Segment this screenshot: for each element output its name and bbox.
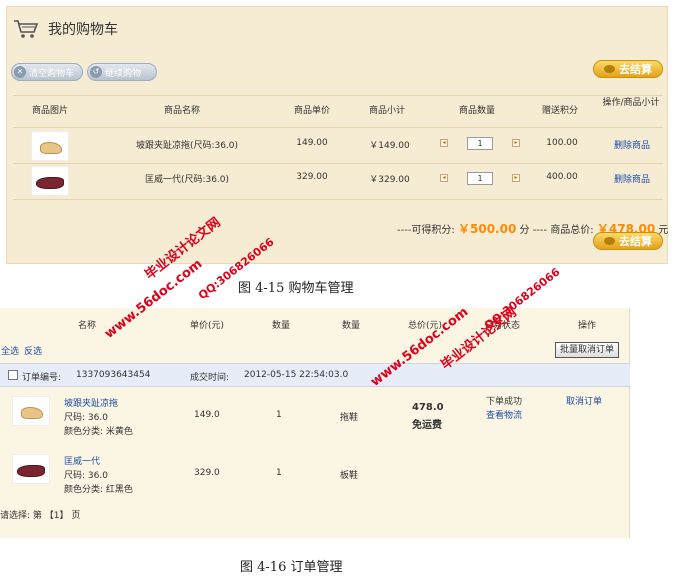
continue-shopping-button[interactable]: ↺ 继续购物 (87, 63, 157, 81)
product-subtotal: ￥329.00 (369, 175, 410, 185)
order-product-color: 颜色分类: 米黄色 (64, 427, 133, 437)
figure-caption-cart: 图 4-15 购物车管理 (238, 281, 354, 296)
order-product-name[interactable]: 坡跟夹趾凉拖 (64, 396, 118, 409)
checkout-label: 去结算 (619, 235, 652, 248)
decrease-qty-button[interactable]: ◂ (440, 174, 448, 182)
clear-icon: ✕ (14, 66, 26, 78)
continue-icon: ↺ (90, 66, 102, 78)
qty-input[interactable]: 1 (467, 172, 493, 185)
order-checkbox[interactable] (8, 370, 18, 380)
continue-shopping-label: 继续购物 (105, 68, 142, 79)
coin-icon (604, 65, 615, 73)
points-value: ￥500.00 (458, 222, 517, 236)
batch-cancel-button[interactable]: 批量取消订单 (555, 342, 619, 358)
clear-cart-button[interactable]: ✕ 清空购物车 (11, 63, 83, 81)
product-points: 400.00 (546, 172, 578, 182)
order-product-qty: 1 (276, 468, 282, 478)
order-product-price: 149.0 (194, 410, 220, 420)
checkout-button-bottom[interactable]: 去结算 (593, 232, 663, 250)
col-operation: 操作 (578, 321, 597, 331)
checkout-button-top[interactable]: 去结算 (593, 60, 663, 78)
divider (13, 163, 663, 164)
cart-title: 我的购物车 (48, 22, 118, 38)
orders-panel: 名称 单价(元) 数量 数量 总价(元) 交易状态 操作 全选 反选 批量取消订… (0, 308, 630, 538)
delete-item-link[interactable]: 删除商品 (607, 172, 657, 185)
order-shipping: 免运费 (412, 420, 442, 431)
product-subtotal: ￥149.00 (369, 141, 410, 151)
cart-header: 我的购物车 (13, 19, 118, 39)
separator: ---- (532, 225, 548, 236)
order-product-price: 329.0 (194, 468, 220, 478)
increase-qty-button[interactable]: ▸ (512, 174, 520, 182)
deal-time: 2012-05-15 22:54:03.0 (244, 370, 349, 380)
coin-icon (604, 237, 615, 245)
col-name: 名称 (78, 321, 97, 331)
divider (13, 199, 663, 200)
order-header-bar: 订单编号: 1337093643454 成交时间: 2012-05-15 22:… (0, 363, 630, 387)
clear-cart-label: 清空购物车 (29, 68, 75, 79)
delete-item-link[interactable]: 删除商品 (607, 138, 657, 151)
product-price: 149.00 (296, 138, 328, 148)
invert-selection-link[interactable]: 反选 (24, 344, 42, 357)
points-label: ----可得积分: (397, 225, 455, 236)
view-logistics-link[interactable]: 查看物流 (486, 408, 522, 421)
col-quantity-2: 数量 (342, 321, 361, 331)
col-image: 商品图片 (31, 106, 68, 116)
col-name: 商品名称 (163, 106, 200, 116)
cancel-order-link[interactable]: 取消订单 (566, 394, 602, 407)
divider (13, 127, 663, 128)
product-name: 匡威一代(尺码:36.0) (144, 175, 230, 185)
col-qty: 商品数量 (458, 106, 495, 116)
select-all-link[interactable]: 全选 (1, 344, 19, 357)
col-price: 商品单价 (293, 106, 330, 116)
product-points: 100.00 (546, 138, 578, 148)
order-product-color: 颜色分类: 红黑色 (64, 485, 133, 495)
pager-suffix: 页 (71, 511, 81, 521)
pager: 请选择: 第 【1】 页 (0, 508, 80, 521)
sandal-image (21, 407, 43, 419)
product-image[interactable] (31, 166, 69, 196)
order-product-size: 尺码: 36.0 (64, 471, 108, 481)
order-product-image[interactable] (12, 454, 50, 484)
checkout-label: 去结算 (619, 63, 652, 76)
qty-input[interactable]: 1 (467, 137, 493, 150)
col-subtotal: 商品小计 (368, 106, 405, 116)
deal-time-label: 成交时间: (190, 373, 230, 383)
order-status: 下单成功 (486, 397, 523, 407)
order-product-size: 尺码: 36.0 (64, 413, 108, 423)
order-product-image[interactable] (12, 396, 50, 426)
pager-prefix: 请选择: 第 (0, 511, 42, 521)
sneaker-image (17, 465, 45, 477)
total-label: 商品总价: (550, 225, 594, 236)
col-quantity: 数量 (272, 321, 291, 331)
col-points: 赠送积分 (541, 106, 578, 116)
order-product-category: 拖鞋 (340, 413, 359, 423)
cart-panel: 我的购物车 ✕ 清空购物车 ↺ 继续购物 去结算 商品图片 商品名称 商品单价 … (6, 6, 668, 264)
pager-current-page[interactable]: 【1】 (45, 511, 69, 521)
col-unit-price: 单价(元) (190, 321, 225, 331)
figure-caption-orders: 图 4-16 订单管理 (240, 560, 343, 575)
product-price: 329.00 (296, 172, 328, 182)
order-product-category: 板鞋 (340, 471, 359, 481)
order-product-qty: 1 (276, 410, 282, 420)
sandal-image (40, 142, 62, 154)
increase-qty-button[interactable]: ▸ (512, 139, 520, 147)
decrease-qty-button[interactable]: ◂ (440, 139, 448, 147)
product-image[interactable] (31, 131, 69, 161)
points-unit: 分 (519, 225, 530, 236)
col-action: 操作/商品小计 (602, 98, 660, 108)
order-total: 478.0 (412, 402, 444, 413)
order-product-name[interactable]: 匡威一代 (64, 454, 100, 467)
divider (13, 95, 663, 96)
product-name: 坡跟夹趾凉拖(尺码:36.0) (135, 141, 239, 151)
shopping-cart-icon (14, 20, 39, 38)
sneaker-image (36, 177, 64, 189)
order-no: 1337093643454 (76, 370, 151, 380)
order-no-label: 订单编号: (22, 373, 62, 383)
